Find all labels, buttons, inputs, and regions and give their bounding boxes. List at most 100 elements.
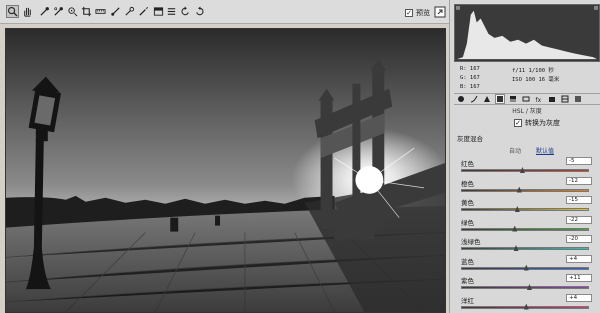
fullscreen-icon bbox=[434, 6, 446, 18]
slider-track[interactable] bbox=[461, 247, 589, 250]
slider-track[interactable] bbox=[461, 169, 589, 172]
tab-presets[interactable] bbox=[560, 94, 570, 104]
color-sampler-icon bbox=[54, 7, 63, 16]
rotate-right-tool-button[interactable] bbox=[193, 5, 206, 18]
gray-mix-header: 灰度混合 自动 默认值 bbox=[454, 132, 600, 155]
presets-icon bbox=[561, 95, 569, 103]
slider-label: 黄色 bbox=[461, 199, 474, 207]
slider-row-5: 浅绿色 -20 bbox=[454, 235, 600, 254]
white-balance-tool-button[interactable] bbox=[38, 5, 51, 18]
histogram-graph bbox=[455, 5, 599, 60]
detail-icon bbox=[484, 96, 490, 102]
slider-label: 洋红 bbox=[461, 296, 474, 305]
spot-removal-tool-button[interactable] bbox=[109, 5, 122, 18]
preferences-icon bbox=[167, 8, 176, 15]
preferences-tool-button[interactable] bbox=[165, 5, 178, 18]
curve-icon bbox=[470, 95, 478, 103]
tab-lens[interactable] bbox=[521, 94, 531, 104]
preview-toggle[interactable]: ✓ 预览 bbox=[405, 8, 430, 18]
tab-basic[interactable] bbox=[456, 94, 466, 104]
slider-value-input[interactable]: -15 bbox=[566, 196, 592, 204]
crop-icon bbox=[81, 6, 92, 17]
convert-gray-label: 转换为灰度 bbox=[525, 119, 560, 127]
tab-split-toning[interactable] bbox=[508, 94, 518, 104]
crop-tool-button[interactable] bbox=[80, 5, 93, 18]
tab-hsl-grayscale[interactable] bbox=[495, 94, 505, 104]
slider-label: 紫色 bbox=[461, 277, 474, 285]
straighten-icon bbox=[95, 9, 106, 14]
magnifier-icon bbox=[8, 7, 18, 17]
rotate-left-tool-button[interactable] bbox=[179, 5, 192, 18]
slider-value-input[interactable]: +11 bbox=[566, 274, 592, 282]
slider-value-input[interactable]: -22 bbox=[566, 215, 592, 224]
slider-track[interactable] bbox=[461, 188, 589, 192]
hand-tool-button[interactable] bbox=[21, 5, 34, 18]
slider-track[interactable] bbox=[461, 286, 589, 289]
tab-detail[interactable] bbox=[482, 94, 492, 104]
tab-effects[interactable]: fx bbox=[534, 94, 544, 104]
image-info: R: 167 G: 167 B: 167 f/11 1/100 秒 ISO 10… bbox=[454, 63, 600, 91]
zoom-tool-button[interactable] bbox=[6, 5, 19, 18]
slider-row-4: 绿色 -22 bbox=[454, 215, 600, 235]
b-value: B: 167 bbox=[460, 84, 480, 90]
iso-info: ISO 100 16 毫米 bbox=[512, 77, 560, 83]
g-value: G: 167 bbox=[460, 75, 480, 81]
tab-tone-curve[interactable] bbox=[469, 94, 479, 104]
slider-label: 橙色 bbox=[461, 179, 474, 188]
panel-tabs: fx bbox=[454, 93, 600, 105]
slider-label: 绿色 bbox=[461, 218, 474, 227]
slider-label: 红色 bbox=[461, 160, 474, 168]
tab-camera-calibration[interactable] bbox=[547, 94, 557, 104]
adjustment-brush-tool-button[interactable] bbox=[137, 5, 150, 18]
tab-snapshots[interactable] bbox=[573, 94, 583, 104]
slider-row-8: 洋红 +4 bbox=[454, 293, 600, 313]
slider-label: 浅绿色 bbox=[461, 238, 481, 246]
brush-icon bbox=[111, 7, 120, 16]
exposure-info: f/11 1/100 秒 bbox=[512, 68, 554, 74]
red-eye-tool-button[interactable] bbox=[123, 5, 136, 18]
svg-text:fx: fx bbox=[536, 97, 542, 103]
color-sampler-tool-button[interactable] bbox=[52, 5, 65, 18]
target-adjust-icon bbox=[68, 7, 78, 17]
slider-label: 蓝色 bbox=[461, 257, 474, 266]
camera-readout: f/11 1/100 秒 ISO 100 16 毫米 bbox=[512, 67, 559, 85]
straighten-tool-button[interactable] bbox=[94, 5, 107, 18]
slider-row-2: 橙色 -12 bbox=[454, 176, 600, 196]
rotate-ccw-icon bbox=[181, 6, 189, 16]
convert-gray-toggle[interactable]: ✓ 转换为灰度 bbox=[514, 118, 560, 128]
rgb-readout: R: 167 G: 167 B: 167 bbox=[460, 65, 480, 92]
eyedropper-icon bbox=[40, 7, 49, 16]
fullscreen-button[interactable] bbox=[434, 6, 446, 18]
right-panel: R: 167 G: 167 B: 167 f/11 1/100 秒 ISO 10… bbox=[449, 0, 600, 313]
slider-value-input[interactable]: -12 bbox=[566, 176, 592, 185]
slider-value-input[interactable]: -20 bbox=[566, 235, 592, 243]
hsl-icon bbox=[497, 96, 503, 102]
slider-track[interactable] bbox=[461, 208, 589, 211]
section-title: HSL / 灰度 bbox=[512, 108, 542, 115]
preview-label: 预览 bbox=[416, 9, 430, 17]
targeted-adjustment-tool-button[interactable] bbox=[66, 5, 79, 18]
default-link[interactable]: 默认值 bbox=[536, 146, 554, 155]
graduated-filter-icon bbox=[153, 7, 164, 16]
slider-row-7: 紫色 +11 bbox=[454, 274, 600, 293]
hand-icon bbox=[24, 7, 31, 17]
gray-mix-title: 灰度混合 bbox=[457, 135, 483, 143]
slider-value-input[interactable]: -5 bbox=[566, 157, 592, 165]
slider-track[interactable] bbox=[461, 227, 589, 231]
adjustment-brush-icon bbox=[139, 6, 149, 16]
image-canvas[interactable] bbox=[5, 28, 446, 313]
camera-icon bbox=[549, 97, 555, 102]
slider-row-3: 黄色 -15 bbox=[454, 196, 600, 215]
fx-icon: fx bbox=[536, 97, 542, 103]
slider-row-6: 蓝色 +4 bbox=[454, 254, 600, 274]
r-value: R: 167 bbox=[460, 66, 480, 72]
slider-value-input[interactable]: +4 bbox=[566, 293, 592, 302]
convert-gray-checkbox[interactable]: ✓ bbox=[514, 119, 522, 127]
snapshots-icon bbox=[575, 96, 581, 102]
preview-checkbox[interactable]: ✓ bbox=[405, 9, 413, 17]
histogram bbox=[454, 4, 600, 62]
slider-value-input[interactable]: +4 bbox=[566, 254, 592, 263]
graduated-filter-tool-button[interactable] bbox=[152, 5, 165, 18]
auto-link[interactable]: 自动 bbox=[509, 146, 521, 155]
split-toning-icon bbox=[510, 96, 516, 102]
